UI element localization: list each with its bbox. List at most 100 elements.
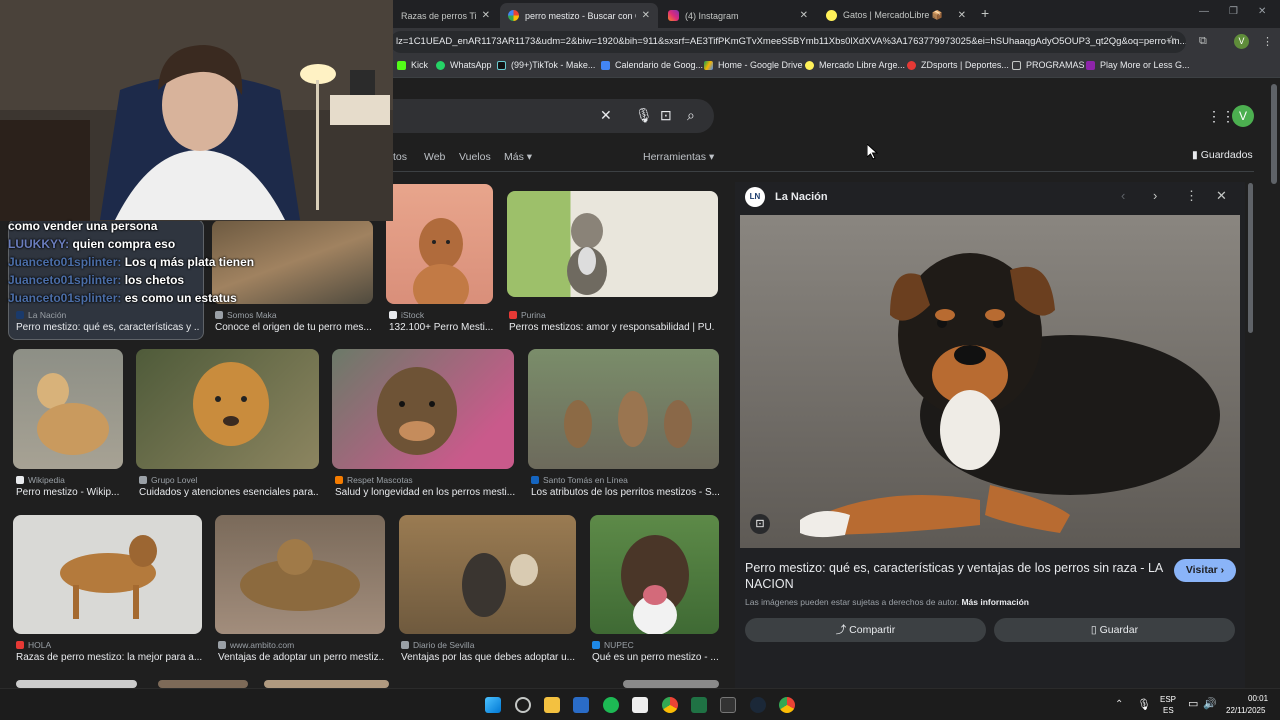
bookmark-drive[interactable]: Home - Google Drive [704,60,803,70]
tab-google-search[interactable]: perro mestizo - Buscar con Goo ✕ [500,3,658,28]
image-result[interactable] [623,680,719,688]
image-result[interactable] [590,515,719,634]
saved-button[interactable]: ▮ Guardados [1192,149,1253,161]
search-input[interactable]: ✕ 🎙 ⊡ ⌕ [390,99,714,133]
bookmark-mercadolibre[interactable]: Mercado Libre Arge... [805,60,905,70]
image-result[interactable] [507,191,718,297]
istock-favicon [389,311,397,319]
filter-web[interactable]: Web [424,151,445,163]
mouse-cursor-icon [867,144,879,160]
result-title[interactable]: Conoce el origen de tu perro mes... [215,322,375,333]
clock-time[interactable]: 00:01 [1248,694,1268,703]
result-title[interactable]: Perro mestizo - Wikip... [16,487,124,498]
page-scrollbar[interactable] [1271,84,1277,184]
start-icon[interactable] [485,697,501,713]
result-title[interactable]: Cuidados y atenciones esenciales para... [139,487,319,498]
tools-button[interactable]: Herramientas ▾ [643,151,714,163]
filter-flights[interactable]: Vuelos [459,151,491,163]
image-result[interactable] [13,349,123,469]
spotify-icon[interactable] [603,697,619,713]
chrome-icon[interactable] [662,697,678,713]
prev-icon[interactable]: ‹ [1121,188,1125,203]
save-button[interactable]: ▯ Guardar [994,618,1235,642]
search-icon[interactable]: ⌕ [687,107,695,124]
filter-images[interactable]: tos [393,151,407,163]
close-icon[interactable]: ✕ [958,10,966,21]
minimize-icon[interactable]: — [1199,6,1209,17]
image-result[interactable] [158,680,248,688]
menu-icon[interactable]: ⋮ [1262,35,1273,48]
steam-icon[interactable] [750,697,766,713]
bookmark-calendar[interactable]: Calendario de Goog... [601,60,703,70]
share-icon: ⤴ [835,624,850,636]
profile-avatar[interactable]: V [1234,34,1249,49]
result-title[interactable]: Ventajas de adoptar un perro mestiz... [218,652,385,663]
store-icon[interactable] [573,697,589,713]
language-top[interactable]: ESP [1160,695,1176,704]
clock-date[interactable]: 22/11/2025 [1226,706,1265,715]
result-title[interactable]: 132.100+ Perro Mesti... [389,322,493,333]
chevron-up-icon[interactable]: ⌃ [1115,699,1123,710]
close-icon[interactable]: ✕ [642,10,650,21]
close-icon[interactable]: ✕ [482,10,490,21]
google-avatar[interactable]: V [1232,105,1254,127]
obs-icon[interactable] [515,697,531,713]
panel-scrollbar[interactable] [1248,183,1253,333]
bookmark-kick[interactable]: Kick [397,60,428,70]
next-icon[interactable]: › [1153,188,1157,203]
lens-icon[interactable]: ⊡ [660,107,672,124]
share-button[interactable]: ⤴ Compartir [745,618,986,642]
clear-icon[interactable]: ✕ [600,107,612,124]
image-result[interactable] [264,680,389,688]
image-result[interactable] [13,515,202,634]
panel-source[interactable]: La Nación [775,191,828,203]
file-explorer-icon[interactable] [544,697,560,713]
image-result[interactable] [136,349,319,469]
extensions-icon[interactable]: ⧉ [1199,35,1207,48]
close-window-icon[interactable]: ✕ [1258,6,1266,17]
tab-instagram[interactable]: (4) Instagram ✕ [660,3,816,28]
capcut-icon[interactable] [632,697,648,713]
image-result[interactable] [528,349,719,469]
chrome-icon[interactable] [779,697,795,713]
microphone-icon[interactable]: 🎙 [635,107,653,124]
panel-title[interactable]: Perro mestizo: qué es, características y… [745,560,1165,592]
bookmark-whatsapp[interactable]: WhatsApp [436,60,492,70]
bookmark-tiktok[interactable]: (99+)TikTok - Make... [497,60,595,70]
close-icon[interactable]: ✕ [800,10,808,21]
restore-icon[interactable]: ❐ [1229,6,1238,17]
image-result[interactable] [16,680,137,688]
filter-more[interactable]: Más ▾ [504,151,532,163]
result-title[interactable]: Razas de perro mestizo: la mejor para a.… [16,652,202,663]
image-result[interactable] [215,515,385,634]
image-result[interactable] [332,349,514,469]
microphone-icon[interactable]: 🎙 [1137,698,1151,711]
result-title[interactable]: Qué es un perro mestizo - ... [592,652,719,663]
app-icon[interactable] [720,697,736,713]
bookmark-star-icon[interactable]: ☆ [1166,33,1177,47]
lens-icon[interactable]: ⊡ [750,514,770,534]
result-title[interactable]: Salud y longevidad en los perros mesti..… [335,487,515,498]
bookmark-zdsports[interactable]: ZDsports | Deportes... [907,60,1009,70]
bookmark-play-more[interactable]: Play More or Less G... [1086,60,1190,70]
image-result[interactable] [399,515,576,634]
result-title[interactable]: Perro mestizo: qué es, características y… [16,322,200,333]
more-info-link[interactable]: Más información [961,597,1029,607]
close-icon[interactable]: ✕ [1216,188,1227,204]
network-icon[interactable]: ▭ [1188,697,1198,710]
more-options-icon[interactable]: ⋮ [1185,188,1198,204]
new-tab-icon[interactable]: + [981,5,989,21]
language-bottom[interactable]: ES [1163,706,1174,715]
bookmark-programas[interactable]: PROGRAMAS [1012,60,1085,70]
image-result[interactable] [386,184,493,304]
result-title[interactable]: Ventajas por las que debes adoptar u... [401,652,577,663]
address-bar[interactable]: lz=1C1UEAD_enAR1173AR1173&udm=2&biw=1920… [390,31,1186,53]
volume-icon[interactable]: 🔊 [1203,697,1217,710]
result-title[interactable]: Los atributos de los perritos mestizos -… [531,487,719,498]
excel-icon[interactable] [691,697,707,713]
tab-razas[interactable]: Razas de perros Tier L ✕ [393,3,498,28]
result-title[interactable]: Perros mestizos: amor y responsabilidad … [509,322,715,333]
tab-mercadolibre[interactable]: Gatos | MercadoLibre 📦 ✕ [818,3,974,28]
preview-image[interactable] [740,215,1240,548]
visit-button[interactable]: Visitar › [1174,559,1236,582]
